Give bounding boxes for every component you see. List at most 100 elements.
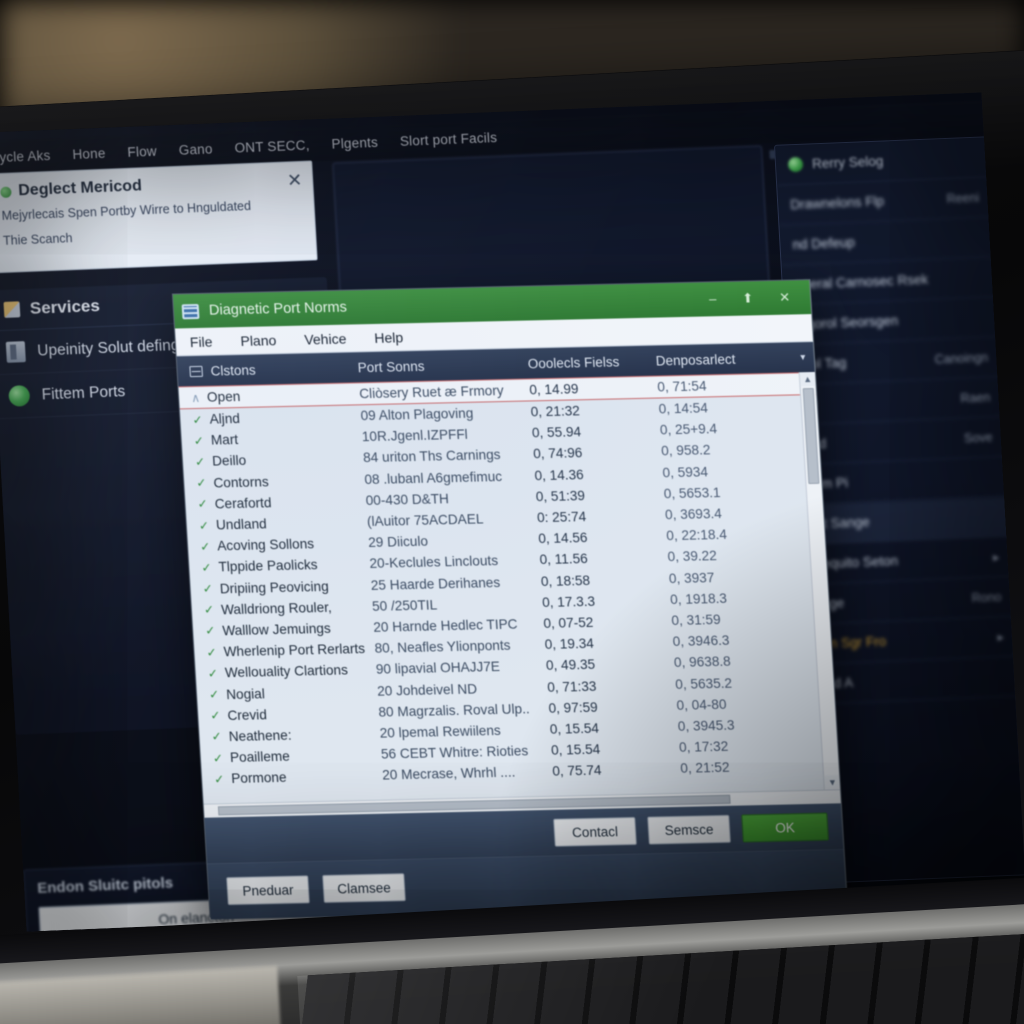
row-name: Mart [210,432,239,448]
column-header-label: Clstons [210,362,257,379]
services-title: Services [29,296,101,318]
row-dep: 0, 22:18.4 [665,527,728,544]
check-icon: ✓ [194,454,206,469]
row-dep: 0, 958.2 [660,442,711,459]
menu-item-0[interactable]: Hycle Aks [0,147,51,164]
check-icon: ✓ [213,772,225,787]
row-port: 10R.Jgenl.IZPFFl [361,427,469,445]
row-port: 80, Neafles Ylionponts [374,637,511,657]
row-fields: 0, 75.74 [551,762,602,780]
row-dep: 0, 5635.2 [674,675,733,692]
column-header-port[interactable]: Port Sonns [357,356,528,374]
row-fields: 0, 14.99 [528,381,579,398]
row-dep: 0, 3693.4 [664,506,723,523]
notification-title: Deglect Mericod [17,177,143,200]
app-icon [181,303,200,319]
row-name: Cerafortd [214,495,272,512]
menu-file[interactable]: File [189,333,213,349]
minimize-button[interactable]: – [709,291,717,307]
column-header-customs[interactable]: Clstons [177,360,358,379]
check-icon: ✓ [208,687,220,702]
right-row-label: eneral Carnosec Rsek [794,271,929,293]
previous-button[interactable]: Pneduar [226,875,310,906]
menu-item-3[interactable]: Gano [178,141,213,157]
row-dep: 0, 1918.3 [669,590,728,607]
right-row-value: Rono [971,589,1002,605]
row-name: Dripiing Peovicing [219,578,330,596]
row-port: 20 Mecrase, Whrhl .... [381,764,516,783]
menu-item-6[interactable]: Slort port Facils [400,130,498,149]
row-dep: 0, 31:59 [670,612,722,629]
row-name: Open [206,389,241,405]
dialog-title: Diagnetic Port Norms [208,299,348,319]
row-port: 80 Magrzalis. Roval Ulp.. [378,701,531,720]
check-icon: ✓ [192,412,204,427]
maximize-button[interactable]: ⬆ [742,290,754,306]
right-row-value: Raen [960,389,991,406]
row-name: Poailleme [229,748,291,766]
menu-item-1[interactable]: Hone [72,145,106,161]
row-name: Aljnd [209,411,241,427]
row-port: 84 uriton Ths Carnings [362,447,501,466]
row-name: Acoving Sollons [216,536,315,554]
row-dep: 0, 71:54 [656,378,707,395]
right-row-value: ▸ [997,630,1005,645]
check-icon: ✓ [201,560,212,575]
menu-vehice[interactable]: Vehice [304,330,347,347]
screenshot-root: Hycle Aks Hone Flow Gano ONT SECC, Plgen… [0,0,1024,1024]
row-dep: 0, 17:32 [678,738,729,756]
contact-button[interactable]: Contacl [553,816,637,847]
column-header-dep[interactable]: Denposarlect [655,350,792,368]
check-icon: ✓ [207,666,219,681]
right-row-value: Sove [963,429,993,445]
check-icon: ✓ [209,708,221,723]
column-header-fields[interactable]: Ooolecls Fielss [527,353,656,371]
row-fields: 0, 97:59 [548,699,599,716]
notification-line-2: Thie Scanch [2,230,73,248]
row-name: Walldriong Rouler, [220,599,333,618]
row-name: Crevid [227,707,268,723]
row-name: Nogial [225,685,266,702]
right-row[interactable]: Bod A [804,656,1020,706]
right-row-value: ▸ [992,550,1000,565]
scrollbar-thumb[interactable] [802,387,820,485]
scroll-down-icon[interactable]: ▼ [824,775,840,790]
document-icon [5,341,26,363]
right-row-value: Canoingn [934,349,989,367]
service-button[interactable]: Semsce [647,814,731,845]
cleanse-button[interactable]: Clamsee [322,873,406,903]
close-icon[interactable]: ✕ [287,170,303,192]
menu-plano[interactable]: Plano [240,332,277,349]
menu-item-2[interactable]: Flow [127,143,157,159]
menu-item-4[interactable]: ONT SECC, [234,137,310,155]
close-button[interactable]: ✕ [779,290,791,306]
port-table[interactable]: ∧ Open Cliòsery Ruet æ Frmory 0, 14.99 0,… [178,371,840,804]
row-fields: 0, 17.3.3 [541,593,596,610]
check-icon: ✓ [203,602,215,618]
chevron-down-icon[interactable]: ▾ [791,351,814,363]
row-fields: 0, 71:33 [546,678,597,695]
right-row-label: Drawnelons Flp [789,193,885,213]
row-dep: 0, 3945.3 [677,717,735,734]
row-port: 25 Haarde Derihanes [370,574,501,593]
status-dot-icon [0,186,12,198]
check-icon: ✓ [197,497,209,512]
row-name: Tlppide Paolicks [218,557,319,575]
check-icon: ✓ [202,581,214,596]
row-fields: 0, 11.56 [539,551,589,568]
check-icon: ✓ [198,518,210,533]
check-icon: ✓ [195,475,207,491]
row-dep: 0, 04-80 [676,696,727,713]
row-dep: 0, 3946.3 [672,632,730,650]
row-port: 20 Johdeivel ND [376,681,478,699]
menu-item-5[interactable]: Plgents [331,134,378,151]
scroll-up-icon[interactable]: ▲ [799,371,816,387]
green-circle-icon [8,384,31,407]
row-name: Undland [215,516,268,533]
sidebar-item-label: Fittem Ports [41,382,126,403]
menu-help[interactable]: Help [374,329,404,346]
check-icon: ✓ [211,729,223,744]
ok-button[interactable]: OK [741,812,829,843]
diagnostic-port-dialog: Diagnetic Port Norms – ⬆ ✕ File Plano Ve… [171,279,848,920]
check-icon: ✓ [206,645,218,660]
